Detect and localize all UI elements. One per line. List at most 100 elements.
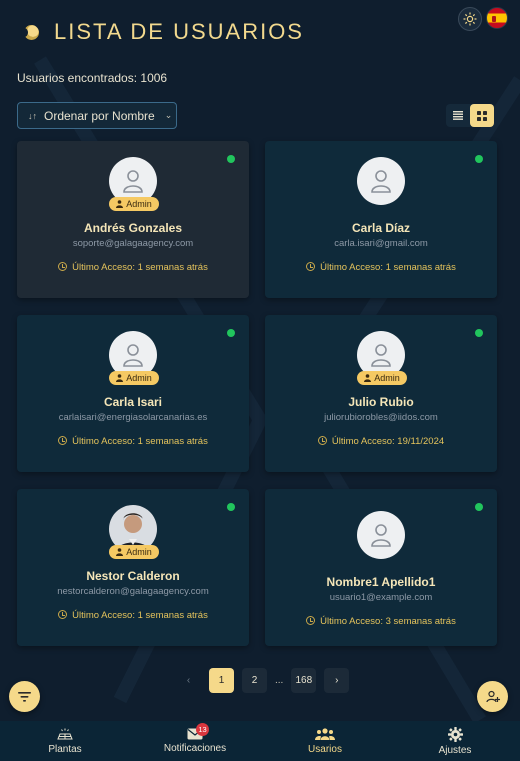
users-icon	[315, 727, 335, 740]
user-name: Nestor Calderon	[86, 569, 180, 583]
last-access: Último Acceso: 1 semanas atrás	[17, 610, 249, 621]
nav-label-ajustes: Ajustes	[438, 744, 472, 756]
sort-az-icon: ↓↑	[28, 110, 37, 121]
role-label: Admin	[126, 547, 152, 557]
user-placeholder-icon	[371, 344, 391, 367]
nav-label-plantas: Plantas	[48, 743, 82, 755]
avatar	[357, 511, 405, 559]
sort-dropdown[interactable]: ↓↑ Ordenar por Nombre ⌄	[17, 102, 177, 129]
avatar	[357, 157, 405, 205]
nav-item-ajustes[interactable]: Ajustes	[390, 721, 520, 761]
nav-item-usuarios[interactable]: Usarios	[260, 721, 390, 761]
clock-icon	[58, 262, 68, 271]
nav-label-notificaciones: Notificaciones	[163, 743, 227, 754]
last-access: Último Acceso: 1 semanas atrás	[265, 262, 497, 273]
page-title: LISTA DE USUARIOS	[54, 19, 304, 44]
clock-icon	[58, 610, 68, 619]
user-card[interactable]: Nombre1 Apellido1 usuario1@example.com Últ…	[265, 489, 497, 646]
list-icon	[453, 111, 463, 120]
last-access-text: Último Acceso: 1 semanas atrás	[72, 262, 208, 273]
user-email: juliorubiorobles@iidos.com	[324, 412, 438, 423]
pagination-ellipsis: ...	[275, 675, 284, 686]
user-placeholder-icon	[123, 170, 143, 193]
last-access: Último Acceso: 1 semanas atrás	[17, 262, 249, 273]
next-page-button[interactable]: ›	[324, 668, 350, 693]
theme-toggle-button[interactable]	[458, 7, 482, 31]
user-name: Carla Isari	[103, 395, 163, 409]
user-card[interactable]: Admin Andrés Gonzales soporte@galagaagency…	[17, 141, 249, 298]
online-status-dot	[475, 329, 483, 337]
solar-panel-icon	[57, 728, 73, 739]
role-label: Admin	[126, 199, 152, 209]
user-name: Carla Díaz	[351, 221, 411, 235]
last-access: Último Acceso: 1 semanas atrás	[17, 436, 249, 447]
admin-person-icon	[116, 200, 124, 208]
user-name: Julio Rubio	[348, 395, 414, 409]
user-placeholder-icon	[371, 170, 391, 193]
user-email: carlaisari@energiasolarcanarias.es	[58, 412, 208, 423]
nav-item-plantas[interactable]: Plantas	[0, 721, 130, 761]
role-badge: Admin	[109, 371, 159, 385]
online-status-dot	[475, 155, 483, 163]
role-label: Admin	[126, 373, 152, 383]
online-status-dot	[227, 155, 235, 163]
last-access: Último Acceso: 3 semanas atrás	[265, 616, 497, 627]
notification-count-badge: 13	[196, 723, 209, 736]
header: LISTA DE USUARIOS	[0, 0, 520, 64]
add-user-button[interactable]	[477, 681, 508, 712]
users-found-count: Usuarios encontrados: 1006	[17, 71, 168, 85]
admin-person-icon	[116, 548, 124, 556]
user-email: usuario1@example.com	[329, 592, 433, 603]
list-view-button[interactable]	[446, 104, 470, 127]
nav-label-usuarios: Usarios	[308, 743, 342, 755]
role-label: Admin	[374, 373, 400, 383]
sort-label: Ordenar por Nombre	[44, 108, 155, 123]
online-status-dot	[475, 503, 483, 511]
online-status-dot	[227, 503, 235, 511]
logo-icon	[21, 25, 39, 40]
filter-icon	[18, 691, 31, 702]
last-access-text: Último Acceso: 19/11/2024	[331, 436, 445, 447]
grid-view-button[interactable]	[470, 104, 494, 127]
bottom-navigation: Plantas 13 Notificaciones Usarios Ajuste…	[0, 721, 520, 761]
user-email: soporte@galagaagency.com	[72, 238, 194, 249]
pagination: ‹ 1 2 ... 168 ›	[176, 668, 350, 693]
last-access-text: Último Acceso: 3 semanas atrás	[320, 616, 456, 627]
sun-icon	[463, 12, 477, 26]
grid-icon	[477, 110, 487, 121]
user-placeholder-icon	[123, 344, 143, 367]
page-button-1[interactable]: 1	[209, 668, 234, 693]
online-status-dot	[227, 329, 235, 337]
page-button-last[interactable]: 168	[291, 668, 317, 693]
user-name: Andrés Gonzales	[83, 221, 183, 235]
user-card[interactable]: Admin Julio Rubio juliorubiorobles@iidos.c…	[265, 315, 497, 472]
clock-icon	[317, 436, 327, 445]
last-access-text: Último Acceso: 1 semanas atrás	[72, 436, 208, 447]
filter-button[interactable]	[9, 681, 40, 712]
clock-icon	[306, 616, 316, 625]
role-badge: Admin	[109, 197, 159, 211]
role-badge: Admin	[109, 545, 159, 559]
view-mode-toggle	[446, 104, 494, 127]
language-flag-es-button[interactable]	[486, 7, 508, 29]
user-card[interactable]: Carla Díaz carla.isari@gmail.com Último Ac…	[265, 141, 497, 298]
prev-page-button[interactable]: ‹	[176, 668, 201, 693]
admin-person-icon	[116, 374, 124, 382]
user-name: Nombre1 Apellido1	[326, 575, 436, 589]
user-placeholder-icon	[371, 524, 391, 547]
last-access: Último Acceso: 19/11/2024	[265, 436, 497, 447]
chevron-down-icon: ⌄	[164, 110, 173, 120]
last-access-text: Último Acceso: 1 semanas atrás	[320, 262, 456, 273]
clock-icon	[58, 436, 68, 445]
add-user-icon	[485, 690, 500, 702]
user-email: carla.isari@gmail.com	[334, 238, 428, 249]
role-badge: Admin	[357, 371, 407, 385]
user-card[interactable]: Admin Nestor Calderon nestorcalderon@galag…	[17, 489, 249, 646]
last-access-text: Último Acceso: 1 semanas atrás	[72, 610, 208, 621]
page-button-2[interactable]: 2	[242, 668, 267, 693]
user-card[interactable]: Admin Carla Isari carlaisari@energiasolarc…	[17, 315, 249, 472]
admin-person-icon	[364, 374, 372, 382]
user-email: nestorcalderon@galagaagency.com	[57, 586, 209, 597]
nav-item-notificaciones[interactable]: 13 Notificaciones	[130, 721, 260, 761]
gear-icon	[447, 726, 463, 742]
